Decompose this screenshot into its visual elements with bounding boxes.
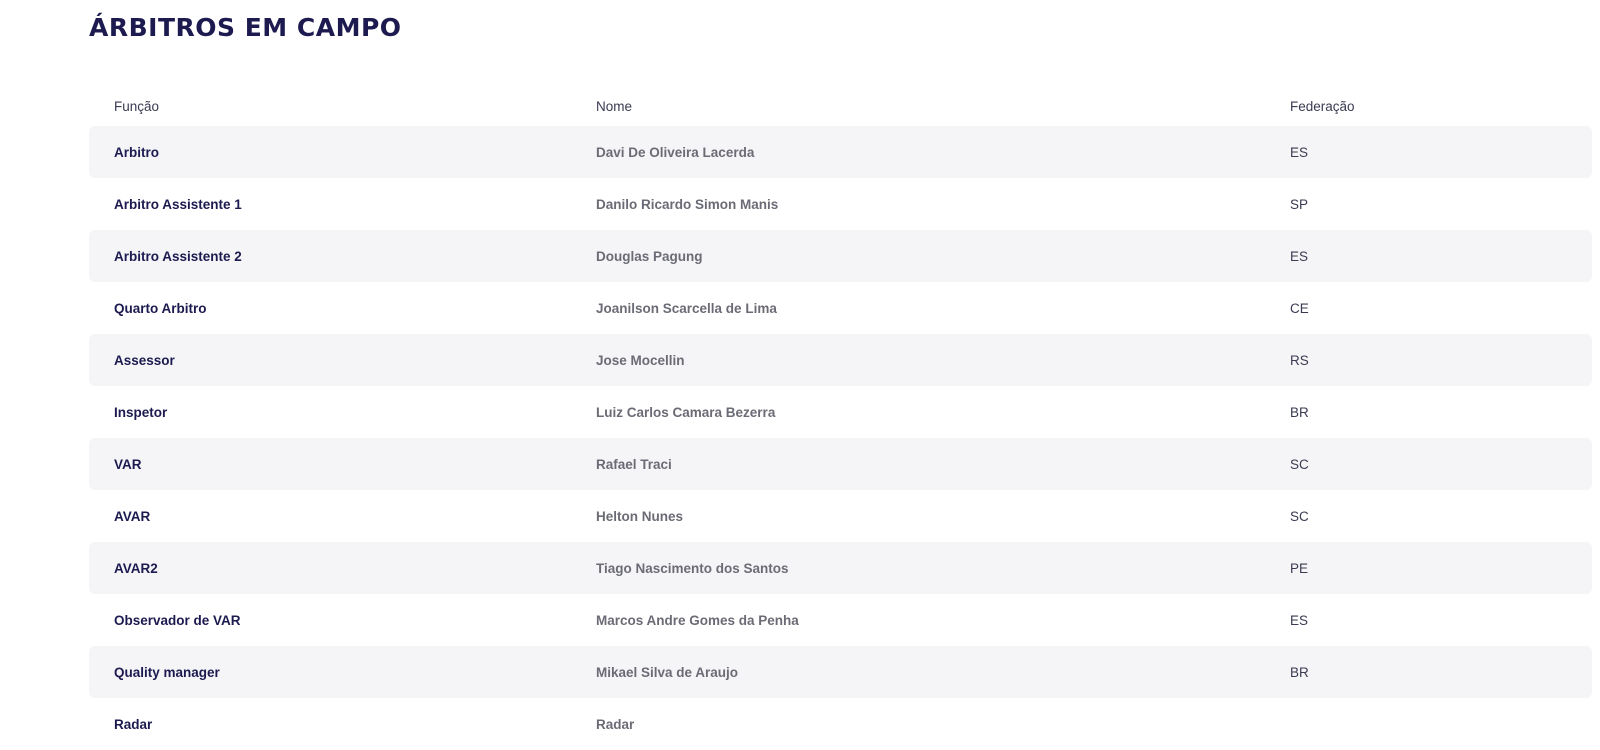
table-row: Arbitro Assistente 2 Douglas Pagung ES xyxy=(89,230,1592,282)
table-row: Quality manager Mikael Silva de Araujo B… xyxy=(89,646,1592,698)
cell-federacao: SC xyxy=(1290,508,1309,524)
cell-nome: Radar xyxy=(596,716,635,732)
cell-federacao: SC xyxy=(1290,456,1309,472)
table-row: Quarto Arbitro Joanilson Scarcella de Li… xyxy=(89,282,1592,334)
table-row: AVAR2 Tiago Nascimento dos Santos PE xyxy=(89,542,1592,594)
cell-federacao: BR xyxy=(1290,404,1309,420)
cell-nome: Douglas Pagung xyxy=(596,248,703,264)
table-row: Assessor Jose Mocellin RS xyxy=(89,334,1592,386)
table-row: Observador de VAR Marcos Andre Gomes da … xyxy=(89,594,1592,646)
table-row: Radar Radar xyxy=(89,698,1592,750)
cell-nome: Danilo Ricardo Simon Manis xyxy=(596,196,779,212)
cell-nome: Marcos Andre Gomes da Penha xyxy=(596,612,799,628)
cell-funcao: Quality manager xyxy=(114,664,220,680)
cell-funcao: Assessor xyxy=(114,352,175,368)
cell-funcao: Quarto Arbitro xyxy=(114,300,207,316)
cell-nome: Luiz Carlos Camara Bezerra xyxy=(596,404,776,420)
section-title: ÁRBITROS EM CAMPO xyxy=(89,13,402,42)
cell-funcao: AVAR xyxy=(114,508,151,524)
cell-federacao: ES xyxy=(1290,612,1309,628)
cell-funcao: Radar xyxy=(114,716,153,732)
cell-nome: Rafael Traci xyxy=(596,456,672,472)
header-nome: Nome xyxy=(596,99,633,114)
table-row: Inspetor Luiz Carlos Camara Bezerra BR xyxy=(89,386,1592,438)
header-funcao: Função xyxy=(114,99,160,114)
cell-funcao: Arbitro Assistente 2 xyxy=(114,248,242,264)
cell-federacao: RS xyxy=(1290,352,1309,368)
cell-nome: Jose Mocellin xyxy=(596,352,685,368)
table-row: Arbitro Davi De Oliveira Lacerda ES xyxy=(89,126,1592,178)
cell-funcao: AVAR2 xyxy=(114,560,158,576)
cell-nome: Joanilson Scarcella de Lima xyxy=(596,300,777,316)
cell-nome: Mikael Silva de Araujo xyxy=(596,664,739,680)
referees-table: Função Nome Federação Arbitro Davi De Ol… xyxy=(89,93,1592,750)
cell-federacao: SP xyxy=(1290,196,1309,212)
cell-funcao: Observador de VAR xyxy=(114,612,241,628)
table-header: Função Nome Federação xyxy=(89,93,1592,126)
cell-federacao: ES xyxy=(1290,144,1309,160)
cell-nome: Tiago Nascimento dos Santos xyxy=(596,560,789,576)
table-row: AVAR Helton Nunes SC xyxy=(89,490,1592,542)
cell-nome: Davi De Oliveira Lacerda xyxy=(596,144,755,160)
cell-federacao: PE xyxy=(1290,560,1309,576)
cell-funcao: Arbitro Assistente 1 xyxy=(114,196,242,212)
cell-federacao: CE xyxy=(1290,300,1309,316)
cell-nome: Helton Nunes xyxy=(596,508,684,524)
cell-federacao: BR xyxy=(1290,664,1309,680)
cell-funcao: VAR xyxy=(114,456,142,472)
table-row: VAR Rafael Traci SC xyxy=(89,438,1592,490)
header-federacao: Federação xyxy=(1290,99,1355,114)
cell-federacao: ES xyxy=(1290,248,1309,264)
cell-funcao: Inspetor xyxy=(114,404,168,420)
table-row: Arbitro Assistente 1 Danilo Ricardo Simo… xyxy=(89,178,1592,230)
cell-funcao: Arbitro xyxy=(114,144,159,160)
